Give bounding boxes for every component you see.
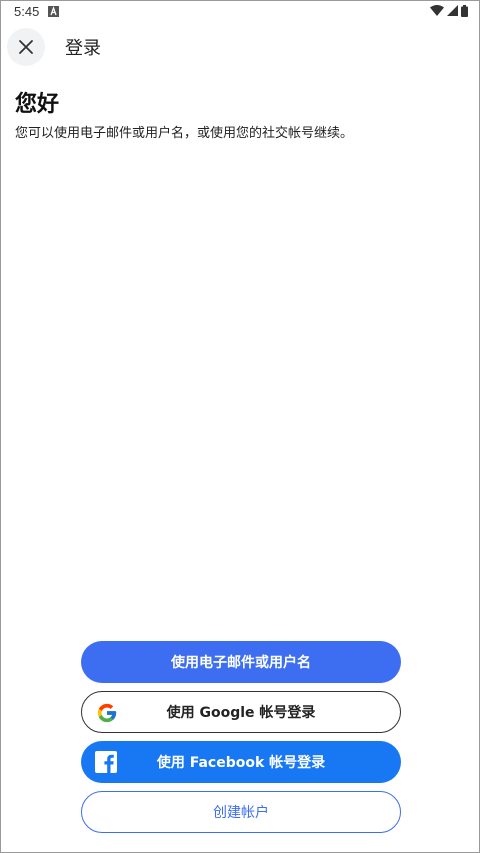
close-button[interactable] [7, 28, 45, 66]
create-account-label: 创建帐户 [213, 805, 269, 821]
signal-icon [447, 5, 458, 16]
create-account-button[interactable]: 创建帐户 [81, 791, 401, 833]
facebook-login-button[interactable]: 使用 Facebook 帐号登录 [81, 741, 401, 783]
email-login-button[interactable]: 使用电子邮件或用户名 [81, 641, 401, 683]
wifi-icon [430, 5, 444, 16]
a-icon [48, 6, 59, 17]
google-icon [97, 703, 117, 723]
page-title: 登录 [65, 38, 101, 58]
battery-icon [461, 5, 468, 17]
status-icons [430, 5, 468, 17]
google-login-button[interactable]: 使用 Google 帐号登录 [81, 691, 401, 733]
greeting-heading: 您好 [15, 92, 60, 117]
facebook-login-label: 使用 Facebook 帐号登录 [156, 755, 326, 771]
greeting-subtitle: 您可以使用电子邮件或用户名，或使用您的社交帐号继续。 [15, 126, 354, 141]
email-login-label: 使用电子邮件或用户名 [171, 655, 311, 671]
screen: 5:45 登录 您好 您可以使用电子邮件或用户名，或使用您的社交帐号继续。 使用… [0, 0, 480, 853]
google-login-label: 使用 Google 帐号登录 [166, 705, 316, 721]
close-icon [19, 40, 33, 54]
status-time: 5:45 [14, 4, 40, 19]
status-bar: 5:45 [1, 1, 480, 23]
facebook-icon [95, 751, 117, 773]
